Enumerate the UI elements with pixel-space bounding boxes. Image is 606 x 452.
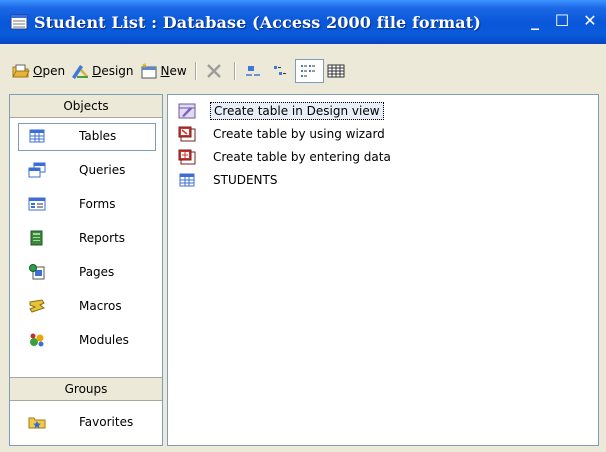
report-icon: [28, 230, 46, 246]
object-type-label: Macros: [79, 299, 122, 313]
object-type-label: Pages: [79, 265, 115, 279]
small-icons-icon: [271, 63, 289, 79]
list-item-create-design-view[interactable]: Create table in Design view: [178, 101, 384, 121]
object-type-forms[interactable]: Forms: [10, 189, 162, 219]
toolbar-separator: [194, 62, 197, 80]
wizard-icon: [178, 126, 196, 142]
objects-header: Objects: [10, 95, 162, 118]
table-icon: [178, 172, 196, 188]
object-type-queries[interactable]: Queries: [10, 155, 162, 185]
new-label: ew: [169, 64, 187, 78]
group-label: Favorites: [79, 415, 134, 429]
list-view-button[interactable]: [294, 59, 324, 83]
delete-icon: [205, 63, 223, 79]
new-accel: N: [160, 64, 170, 78]
list-item-label: Create table in Design view: [210, 102, 384, 120]
new-icon: [140, 62, 158, 79]
object-type-label: Modules: [79, 333, 129, 347]
list-item-label: Create table by entering data: [213, 150, 391, 164]
object-type-pages[interactable]: Pages: [10, 257, 162, 287]
object-type-label: Forms: [79, 197, 116, 211]
open-label: pen: [42, 64, 66, 78]
object-type-label: Queries: [79, 163, 126, 177]
details-view-button[interactable]: [324, 60, 351, 82]
object-type-modules[interactable]: Modules: [10, 325, 162, 355]
design-view-icon: [178, 103, 196, 119]
list-view-icon: [299, 63, 317, 79]
open-button[interactable]: Open: [9, 60, 68, 82]
new-button[interactable]: New: [137, 60, 190, 82]
window-title: Student List : Database (Access 2000 fil…: [34, 12, 481, 32]
object-type-macros[interactable]: Macros: [10, 291, 162, 321]
module-icon: [28, 332, 46, 348]
list-item-students-table[interactable]: STUDENTS: [178, 170, 280, 190]
datasheet-icon: [178, 149, 196, 165]
list-item-label: Create table by using wizard: [213, 127, 385, 141]
object-type-reports[interactable]: Reports: [10, 223, 162, 253]
maximize-button[interactable]: ☐: [552, 12, 572, 32]
large-icons-button[interactable]: [241, 60, 268, 82]
macro-icon: [28, 298, 46, 314]
design-label: esign: [101, 64, 134, 78]
design-icon: [71, 63, 89, 79]
design-accel: D: [92, 64, 102, 78]
object-type-label: Reports: [79, 231, 126, 245]
details-view-icon: [327, 63, 345, 79]
page-icon: [28, 264, 46, 280]
toolbar: Open Design New: [0, 56, 606, 86]
toolbar-separator: [233, 62, 236, 80]
favorites-folder-icon: [28, 414, 46, 430]
open-icon: [12, 63, 30, 79]
close-button[interactable]: ✕: [580, 12, 600, 32]
minimize-button[interactable]: _: [525, 12, 545, 32]
list-item-label: STUDENTS: [213, 173, 278, 187]
group-favorites[interactable]: Favorites: [10, 407, 162, 437]
large-icons-icon: [244, 63, 262, 79]
delete-button[interactable]: [202, 60, 229, 82]
object-type-label: Tables: [79, 129, 117, 143]
list-item-create-wizard[interactable]: Create table by using wizard: [178, 124, 388, 144]
object-list: Create table in Design view Create table…: [167, 94, 599, 446]
groups-header: Groups: [10, 377, 162, 401]
query-icon: [28, 162, 46, 178]
list-item-create-entering-data[interactable]: Create table by entering data: [178, 147, 394, 167]
design-button[interactable]: Design: [68, 60, 136, 82]
title-bar[interactable]: Student List : Database (Access 2000 fil…: [0, 0, 606, 44]
table-icon: [28, 128, 46, 144]
small-icons-button[interactable]: [268, 60, 295, 82]
database-window-icon: [10, 14, 28, 30]
form-icon: [28, 196, 46, 212]
objects-bar: Objects Tables Queries Forms Reports Pag…: [9, 94, 163, 446]
open-accel: O: [33, 64, 43, 78]
object-type-tables[interactable]: Tables: [10, 121, 162, 151]
